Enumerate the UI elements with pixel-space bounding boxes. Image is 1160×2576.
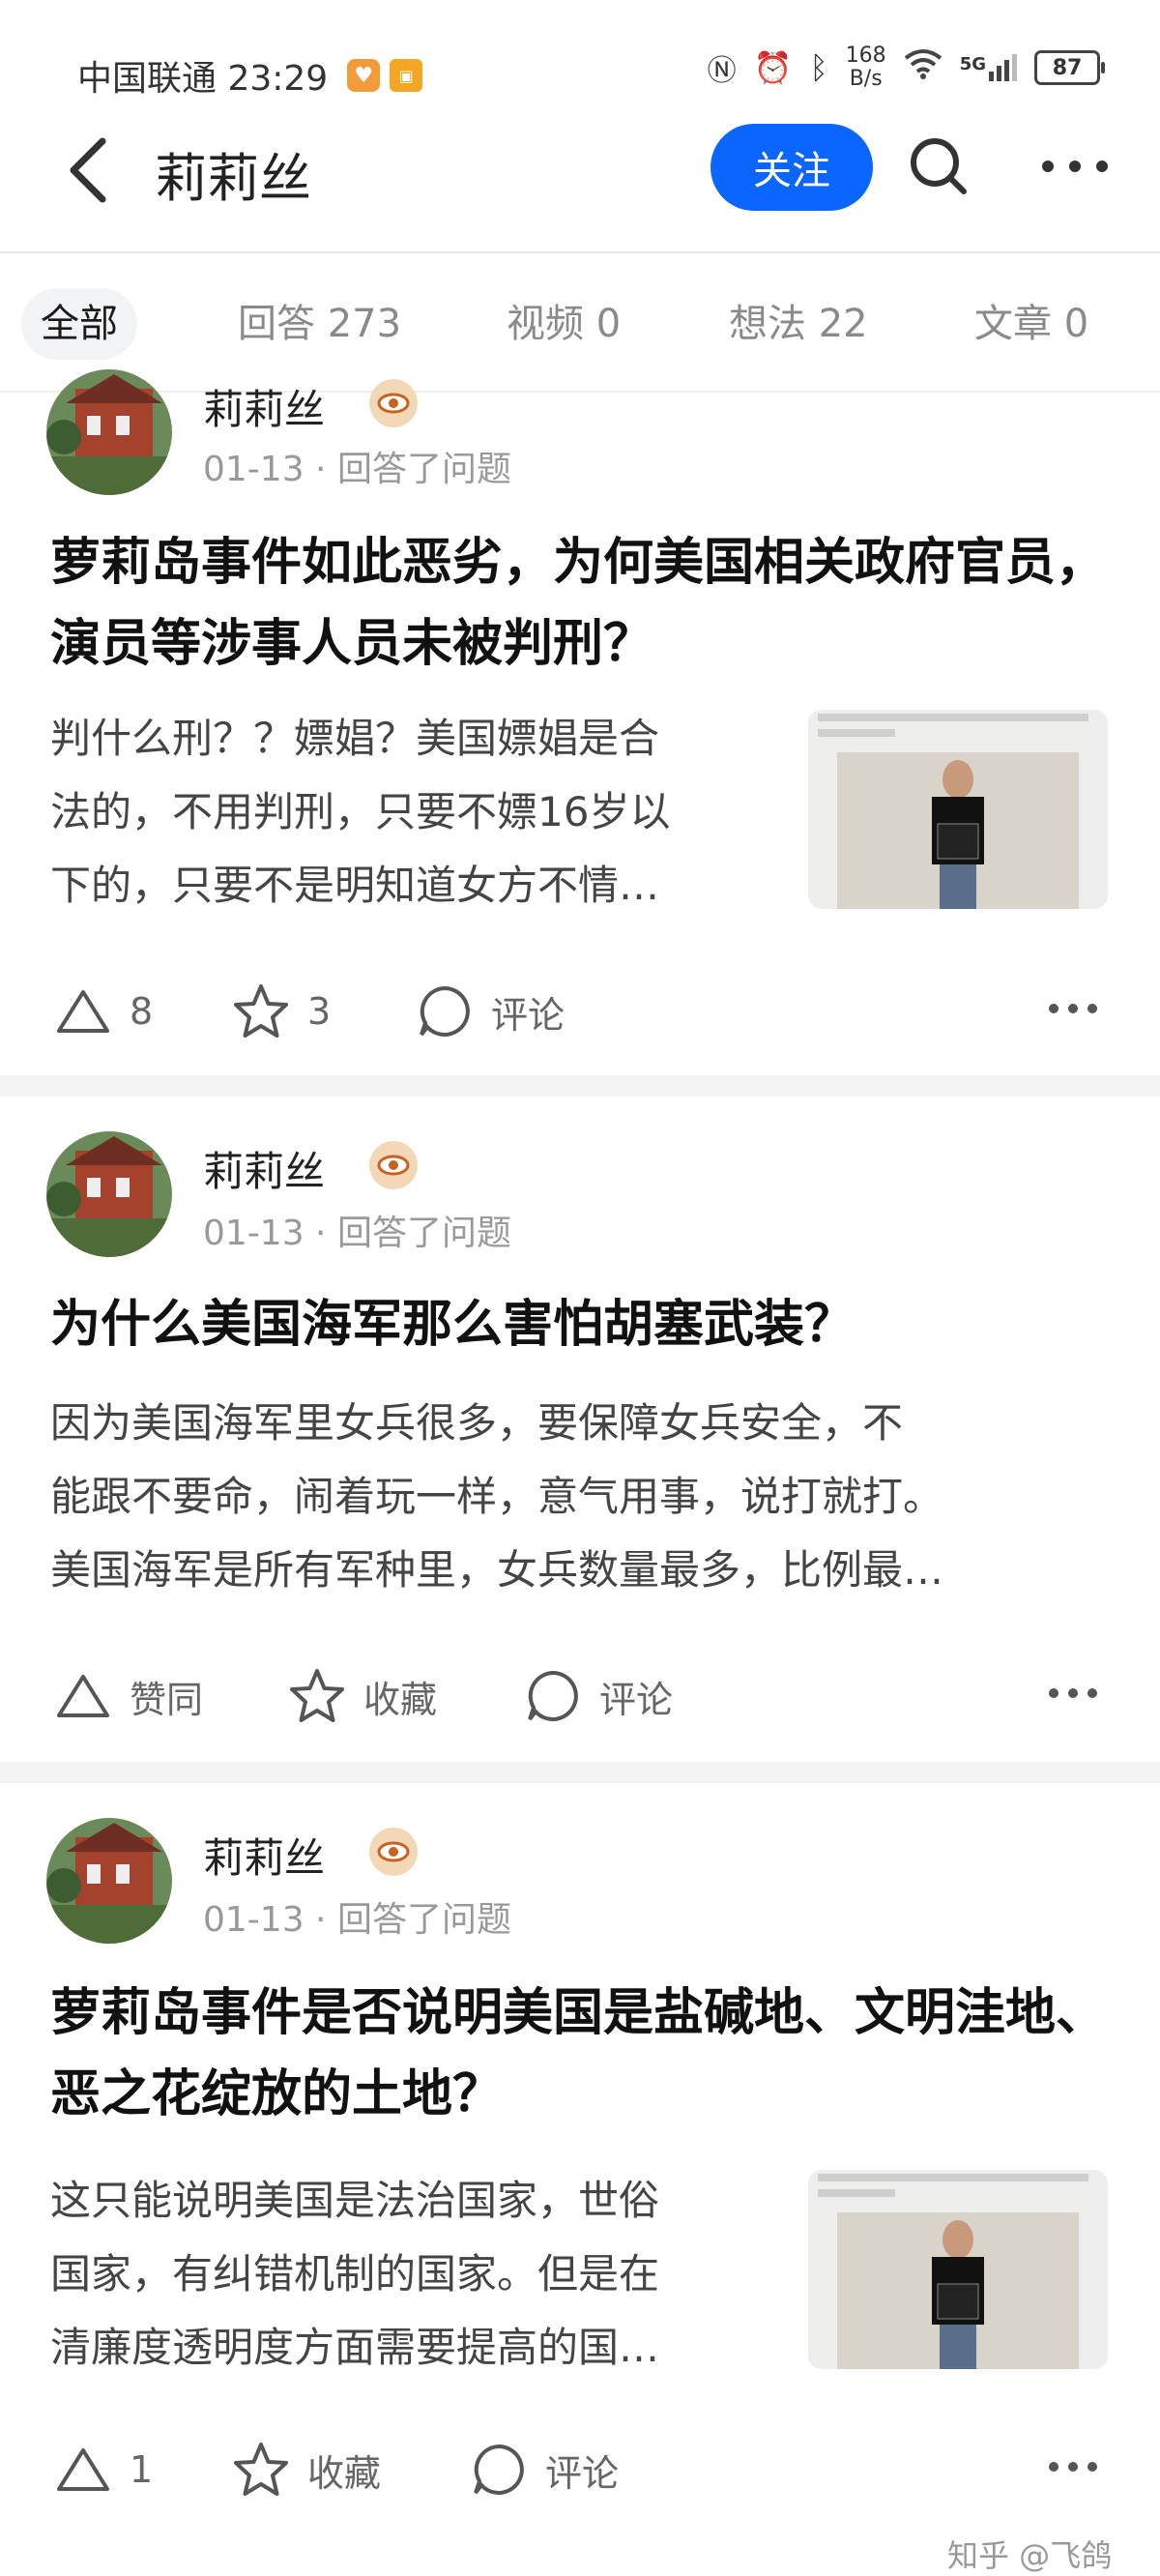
more-options-button[interactable]: [1036, 147, 1114, 186]
tab-all[interactable]: 全部: [21, 288, 137, 360]
avatar[interactable]: [46, 1818, 172, 1944]
more-dots-icon: [1049, 1688, 1097, 1698]
notification-app2-icon: ▣: [390, 59, 423, 92]
favorite-button[interactable]: 3: [232, 973, 331, 1050]
star-icon: [234, 984, 288, 1038]
upvote-button[interactable]: 1: [54, 2431, 153, 2508]
author-name[interactable]: 莉莉丝: [203, 377, 325, 436]
avatar[interactable]: [46, 1131, 172, 1257]
author-name[interactable]: 莉莉丝: [203, 1139, 325, 1198]
status-right: Ⓝ ⏰ ᛒ 168 B/s 5G 87: [707, 44, 1105, 91]
post-meta: 01-13 · 回答了问题: [203, 450, 511, 489]
search-button[interactable]: [904, 132, 973, 201]
answer-thumbnail[interactable]: [808, 710, 1108, 909]
nfc-icon: Ⓝ: [707, 54, 737, 88]
card-more-button[interactable]: [1046, 2452, 1100, 2481]
comment-bubble-icon: [420, 985, 470, 1037]
back-arrow-icon: [70, 137, 106, 203]
profile-header: 莉莉丝 关注: [0, 97, 1160, 253]
battery-indicator: 87: [1034, 50, 1105, 85]
upvote-button[interactable]: 赞同: [54, 1657, 203, 1735]
signal-icon: 5G: [960, 54, 1017, 81]
card-more-button[interactable]: [1046, 1679, 1100, 1708]
back-button[interactable]: [62, 132, 120, 209]
content-tabs: 全部 回答 273 视频 0 想法 22 文章 0: [0, 253, 1160, 393]
eye-badge-icon: [369, 379, 418, 427]
answer-card[interactable]: 莉莉丝 01-13 · 回答了问题 萝莉岛事件是否说明美国是盐碱地、文明洼地、恶…: [0, 1783, 1160, 2576]
favorite-button[interactable]: 收藏: [232, 2431, 381, 2508]
more-dots-icon: [1049, 2462, 1097, 2472]
more-dots-icon: [1049, 1004, 1097, 1013]
action-bar: 赞同 收藏 评论: [0, 1657, 1160, 1735]
answer-excerpt[interactable]: 因为美国海军里女兵很多，要保障女兵安全，不 能跟不要命，闹着玩一样，意气用事，说…: [50, 1387, 1123, 1607]
star-icon: [234, 2443, 288, 2496]
answer-card[interactable]: 莉莉丝 01-13 · 回答了问题 为什么美国海军那么害怕胡塞武装？ 因为美国海…: [0, 1097, 1160, 1754]
upvote-triangle-icon: [57, 2448, 109, 2491]
wifi-icon: [904, 48, 942, 87]
alarm-icon: ⏰: [753, 49, 793, 86]
tab-thoughts[interactable]: 想法 22: [729, 288, 868, 360]
post-meta: 01-13 · 回答了问题: [203, 1900, 511, 1940]
status-left: 中国联通 23:29 ♥ ▣: [77, 50, 423, 101]
follow-button[interactable]: 关注: [710, 124, 873, 211]
eye-badge-icon: [369, 1828, 418, 1876]
card-more-button[interactable]: [1046, 994, 1100, 1023]
card-divider: [0, 1075, 1160, 1097]
action-bar: 8 3 评论: [0, 973, 1160, 1050]
comment-bubble-icon: [474, 2444, 524, 2495]
post-meta: 01-13 · 回答了问题: [203, 1214, 511, 1253]
net-speed: 168 B/s: [845, 44, 886, 91]
star-icon: [290, 1669, 344, 1722]
bluetooth-icon: ᛒ: [809, 49, 828, 86]
answer-card[interactable]: 莉莉丝 01-13 · 回答了问题 萝莉岛事件如此恶劣，为何美国相关政府官员，演…: [0, 369, 1160, 1075]
question-title[interactable]: 萝莉岛事件是否说明美国是盐碱地、文明洼地、恶之花绽放的土地？: [50, 1973, 1114, 2135]
comment-bubble-icon: [528, 1670, 578, 1721]
answer-thumbnail[interactable]: [808, 2170, 1108, 2369]
comment-button[interactable]: 评论: [416, 973, 565, 1050]
question-title[interactable]: 萝莉岛事件如此恶劣，为何美国相关政府官员，演员等涉事人员未被判刑？: [50, 522, 1114, 685]
comment-button[interactable]: 评论: [470, 2431, 619, 2508]
avatar[interactable]: [46, 369, 172, 495]
notification-app-icon: ♥: [347, 59, 381, 92]
eye-badge-icon: [369, 1141, 418, 1189]
card-divider: [0, 1762, 1160, 1783]
upvote-triangle-icon: [57, 990, 109, 1033]
page-title: 莉莉丝: [155, 148, 311, 209]
answer-excerpt[interactable]: 判什么刑？？嫖娼？美国嫖娼是合 法的，不用判刑，只要不嫖16岁以 下的，只要不是…: [50, 702, 804, 922]
carrier-time: 中国联通 23:29: [77, 59, 329, 99]
watermark: 知乎 @飞鸽: [947, 2537, 1113, 2574]
action-bar: 1 收藏 评论: [0, 2431, 1160, 2508]
favorite-button[interactable]: 收藏: [288, 1657, 437, 1735]
upvote-triangle-icon: [57, 1675, 109, 1717]
answer-excerpt[interactable]: 这只能说明美国是法治国家，世俗 国家，有纠错机制的国家。但是在 清廉度透明度方面…: [50, 2164, 804, 2385]
author-name[interactable]: 莉莉丝: [203, 1826, 325, 1885]
tab-answers[interactable]: 回答 273: [238, 288, 401, 360]
question-title[interactable]: 为什么美国海军那么害怕胡塞武装？: [50, 1284, 1114, 1365]
tab-articles[interactable]: 文章 0: [974, 288, 1088, 360]
search-icon: [911, 138, 967, 194]
comment-button[interactable]: 评论: [524, 1657, 673, 1735]
tab-videos[interactable]: 视频 0: [507, 288, 621, 360]
upvote-button[interactable]: 8: [54, 973, 153, 1050]
more-dots-icon: [1042, 161, 1108, 172]
